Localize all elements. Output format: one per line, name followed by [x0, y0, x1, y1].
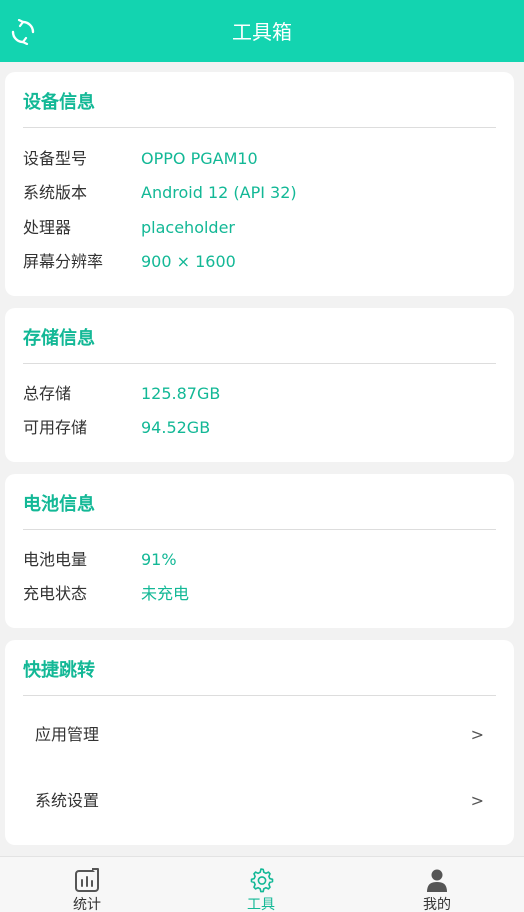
tab-profile[interactable]: 我的	[350, 857, 524, 912]
system-settings-link[interactable]: 系统设置 >	[23, 773, 496, 829]
tab-stats-label: 统计	[73, 897, 101, 912]
app-header: 工具箱	[0, 0, 524, 62]
page-title: 工具箱	[232, 20, 292, 44]
charging-status-row: 充电状态 未充电	[23, 582, 496, 606]
charging-status-label: 充电状态	[23, 584, 88, 603]
total-storage-value: 125.87GB	[141, 384, 221, 403]
processor-value: placeholder	[141, 218, 235, 237]
tab-tools[interactable]: 工具	[174, 857, 348, 912]
battery-info-card: 电池信息 电池电量 91% 充电状态 未充电	[5, 474, 514, 628]
tab-tools-label: 工具	[247, 897, 275, 912]
resolution-row: 屏幕分辨率 900 × 1600	[23, 250, 496, 274]
divider	[23, 529, 496, 530]
device-model-label: 设备型号	[23, 149, 88, 168]
total-storage-row: 总存储 125.87GB	[23, 382, 496, 406]
chart-icon	[75, 868, 99, 892]
device-info-title: 设备信息	[23, 92, 95, 113]
battery-info-title: 电池信息	[23, 494, 95, 515]
tab-profile-label: 我的	[423, 897, 451, 912]
battery-level-value: 91%	[141, 550, 177, 569]
battery-level-row: 电池电量 91%	[23, 548, 496, 572]
shortcuts-title: 快捷跳转	[23, 660, 95, 681]
device-info-card: 设备信息 设备型号 OPPO PGAM10 系统版本 Android 12 (A…	[5, 72, 514, 296]
resolution-value: 900 × 1600	[141, 252, 236, 271]
battery-level-label: 电池电量	[23, 550, 88, 569]
chevron-right-icon: >	[470, 791, 484, 810]
available-storage-value: 94.52GB	[141, 418, 211, 437]
available-storage-row: 可用存储 94.52GB	[23, 416, 496, 440]
device-model-row: 设备型号 OPPO PGAM10	[23, 147, 496, 171]
device-model-value: OPPO PGAM10	[141, 149, 258, 168]
divider	[23, 363, 496, 364]
os-version-label: 系统版本	[23, 183, 88, 202]
gear-icon	[250, 868, 274, 893]
processor-label: 处理器	[23, 218, 72, 237]
divider	[23, 695, 496, 696]
tab-stats[interactable]: 统计	[0, 857, 174, 912]
app-management-link[interactable]: 应用管理 >	[23, 707, 496, 763]
system-settings-label: 系统设置	[35, 791, 100, 810]
bottom-tab-bar: 统计 工具 我的	[0, 856, 524, 912]
user-icon	[427, 869, 447, 892]
chevron-right-icon: >	[470, 725, 484, 744]
storage-info-card: 存储信息 总存储 125.87GB 可用存储 94.52GB	[5, 308, 514, 462]
available-storage-label: 可用存储	[23, 418, 88, 437]
storage-info-title: 存储信息	[23, 328, 95, 349]
processor-row: 处理器 placeholder	[23, 216, 496, 240]
resolution-label: 屏幕分辨率	[23, 252, 104, 271]
total-storage-label: 总存储	[23, 384, 72, 403]
shortcuts-card: 快捷跳转 应用管理 > 系统设置 >	[5, 640, 514, 845]
charging-status-value: 未充电	[141, 584, 190, 603]
os-version-value: Android 12 (API 32)	[141, 183, 297, 202]
divider	[23, 127, 496, 128]
os-version-row: 系统版本 Android 12 (API 32)	[23, 181, 496, 205]
app-management-label: 应用管理	[35, 725, 100, 744]
